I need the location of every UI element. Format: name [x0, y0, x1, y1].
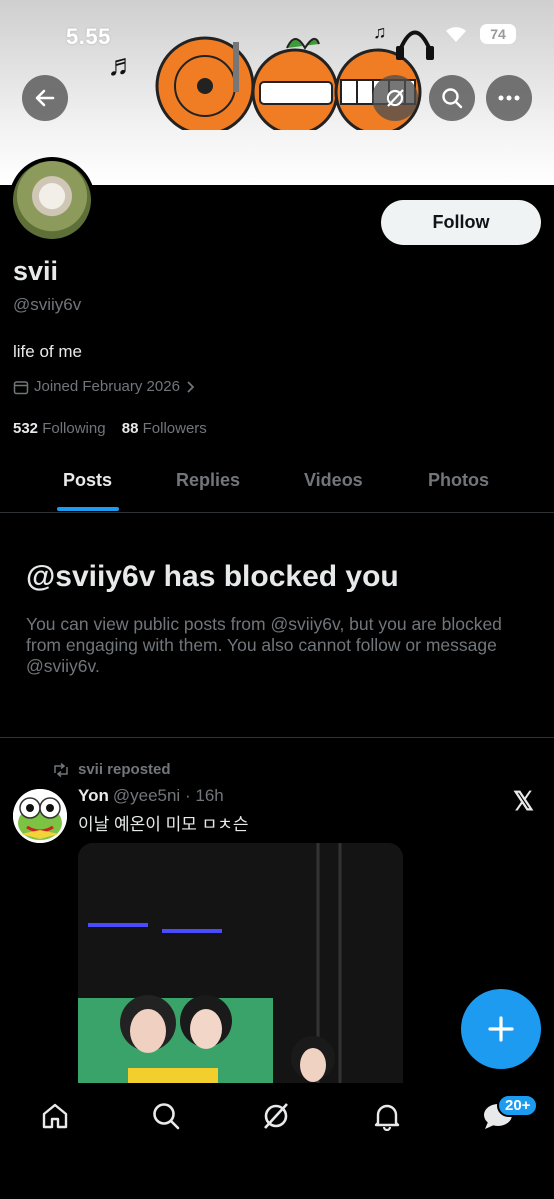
grok-button[interactable]	[372, 75, 418, 121]
compose-button[interactable]	[461, 989, 541, 1069]
back-button[interactable]	[22, 75, 68, 121]
post-separator: ·	[184, 786, 191, 805]
post-author-handle[interactable]: @yee5ni	[113, 786, 180, 805]
post-author-avatar[interactable]	[13, 789, 67, 843]
more-icon	[498, 95, 520, 101]
search-button[interactable]	[429, 75, 475, 121]
profile-tabs: Posts Replies Videos Photos	[0, 455, 554, 513]
tab-photos[interactable]: Photos	[428, 470, 489, 491]
avatar-photo	[13, 161, 91, 239]
calendar-icon	[13, 380, 29, 394]
bottom-navigation: 20+	[0, 1083, 554, 1199]
post-text: 이날 예온이 미모 ㅁㅊ슨	[78, 815, 249, 834]
media-photo	[78, 843, 403, 1083]
followers-link[interactable]: 88 Followers	[122, 420, 207, 437]
profile-handle: @sviiy6v	[13, 295, 82, 314]
blocked-title: @sviiy6v has blocked you	[26, 560, 399, 593]
following-label: Following	[42, 420, 106, 437]
back-arrow-icon	[35, 89, 55, 107]
tab-posts[interactable]: Posts	[63, 470, 112, 491]
nav-notifications[interactable]	[371, 1100, 403, 1132]
x-logo-icon[interactable]: 𝕏	[513, 786, 534, 817]
status-time: 5.55	[66, 24, 111, 49]
following-link[interactable]: 532 Following	[13, 420, 106, 437]
post-header: Yon @yee5ni · 16h	[78, 786, 224, 806]
post-time: 16h	[195, 786, 224, 805]
search-icon	[153, 1103, 180, 1130]
svg-text:♬: ♬	[107, 49, 137, 82]
messages-badge: 20+	[497, 1094, 539, 1117]
profile-banner: ♬ ♫ 5.55 74	[0, 0, 554, 185]
joined-date[interactable]: Joined February 2026	[13, 378, 195, 395]
follow-stats: 532 Following 88 Followers	[13, 420, 207, 437]
joined-label: Joined February 2026	[34, 378, 180, 395]
svg-text:♫: ♫	[373, 22, 387, 42]
profile-avatar[interactable]	[9, 157, 95, 243]
post-author-name[interactable]: Yon	[78, 786, 109, 805]
chevron-right-icon	[187, 380, 195, 393]
blocked-description: You can view public posts from @sviiy6v,…	[26, 614, 502, 676]
more-button[interactable]	[486, 75, 532, 121]
plus-icon	[488, 1016, 514, 1042]
followers-label: Followers	[142, 420, 207, 437]
post-media[interactable]	[78, 843, 403, 1083]
status-indicators: 74	[444, 24, 516, 44]
repost-icon	[54, 762, 68, 777]
active-tab-indicator	[57, 507, 119, 511]
follow-button[interactable]: Follow	[381, 200, 541, 245]
nav-search[interactable]	[150, 1100, 182, 1132]
battery-indicator: 74	[480, 24, 516, 44]
grok-icon	[386, 89, 404, 107]
home-icon	[42, 1103, 68, 1129]
wifi-icon	[446, 27, 466, 42]
author-avatar-image	[13, 789, 67, 843]
bell-icon	[374, 1104, 400, 1131]
nav-grok[interactable]	[260, 1100, 292, 1132]
nav-home[interactable]	[39, 1100, 71, 1132]
tab-videos[interactable]: Videos	[304, 470, 363, 491]
grok-icon	[264, 1103, 288, 1129]
tab-replies[interactable]: Replies	[176, 470, 240, 491]
following-count: 532	[13, 420, 39, 437]
followers-count: 88	[121, 420, 139, 437]
repost-indicator: svii reposted	[52, 761, 171, 778]
repost-label: svii reposted	[78, 761, 171, 778]
search-icon	[442, 88, 463, 109]
divider	[0, 737, 554, 738]
profile-bio: life of me	[13, 342, 82, 361]
profile-name: svii	[13, 256, 59, 286]
